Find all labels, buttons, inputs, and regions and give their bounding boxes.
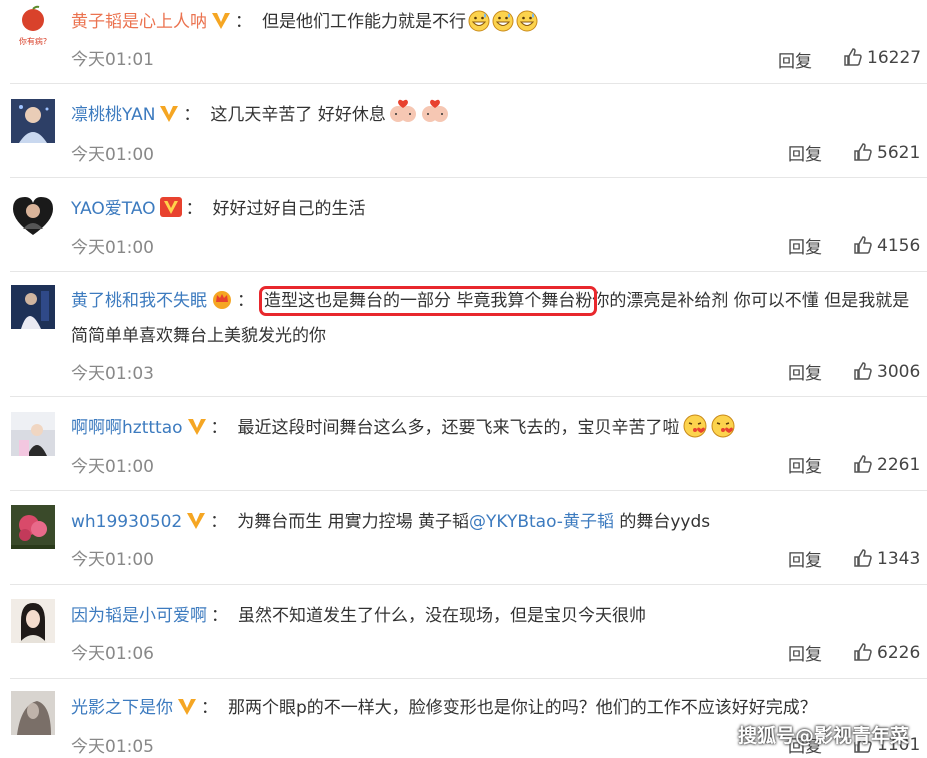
vip-v-icon[interactable] [186,509,206,541]
comment-list: 你有病? 黄子韬是心上人呐：但是他们工作能力就是不行 今天01:01 回复 16… [0,0,927,758]
comment-time: 今天01:05 [71,737,154,757]
grin-sweat-emoji [492,10,514,43]
comment-time: 今天01:00 [71,457,154,477]
vip-v-icon[interactable] [159,102,179,134]
comment-line: 啊啊啊hztttao：最近这段时间舞台这么多，还要飞来飞去的，宝贝辛苦了啦 [71,412,919,449]
comment-line: 凛桃桃YAN：这几天辛苦了 好好休息 [71,99,919,136]
vip-v-icon[interactable] [177,695,197,727]
avatar[interactable] [11,691,55,735]
comment-text: 虽然不知道发生了什么，没在现场，但是宝贝今天很帅 [238,606,646,626]
grin-sweat-emoji [468,10,490,43]
like-count: 2261 [877,455,921,475]
like-button[interactable]: 1343 [853,548,920,569]
thumbs-up-icon [844,48,862,66]
avatar[interactable] [11,412,55,456]
mention-link[interactable]: @YKYBtao-黄子韬 [469,512,614,532]
reply-button[interactable]: 回复 [788,140,822,165]
comment-text: 最近这段时间舞台这么多，还要飞来飞去的，宝贝辛苦了啦 [237,418,680,438]
comment-item: 啊啊啊hztttao：最近这段时间舞台这么多，还要飞来飞去的，宝贝辛苦了啦 今天… [0,397,927,490]
reply-button[interactable]: 回复 [788,359,822,384]
like-count: 3006 [877,362,921,382]
avatar[interactable] [11,599,55,643]
reply-button[interactable]: 回复 [788,452,822,477]
comment-time: 今天01:00 [71,238,154,258]
comment-text: 好好过好自己的生活 [212,199,366,219]
comment-item: YAO爱TAO：好好过好自己的生活 今天01:00 回复 4156 [0,178,927,271]
highlighted-comment-text: 造型这也是舞台的一部分 毕竟我算个舞台粉 [258,286,598,316]
vip-v-icon[interactable] [211,9,231,41]
comment-item: 凛桃桃YAN：这几天辛苦了 好好休息 今天01:00 回复 5621 [0,84,927,177]
comment-time: 今天01:01 [71,50,154,70]
username-link[interactable]: 凛桃桃YAN [71,105,155,125]
avatar[interactable] [11,193,55,237]
comment-item: 你有病? 黄子韬是心上人呐：但是他们工作能力就是不行 今天01:01 回复 16… [0,0,927,83]
comment-line: 因为韬是小可爱啊：虽然不知道发生了什么，没在现场，但是宝贝今天很帅 [71,606,646,626]
comment-time: 今天01:03 [71,364,154,384]
comment-text: 为舞台而生 用實力控場 黄子韬 [237,512,470,532]
comment-text: 这几天辛苦了 好好休息 [210,105,386,125]
reply-button[interactable]: 回复 [788,546,822,571]
comment-item: 黄了桃和我不失眠：造型这也是舞台的一部分 毕竟我算个舞台粉你的漂亮是补给剂 你可… [0,272,927,396]
comment-line: YAO爱TAO：好好过好自己的生活 [71,193,919,228]
username-link[interactable]: 黄了桃和我不失眠 [71,291,207,311]
like-count: 1343 [877,549,921,569]
watermark: 搜狐号@影视青年菜 [737,725,909,747]
comment-text: 但是他们工作能力就是不行 [262,12,466,32]
crown-icon[interactable] [211,288,233,320]
avatar[interactable] [11,99,55,143]
like-count: 6226 [877,643,921,663]
like-count: 16227 [867,48,922,68]
avatar[interactable]: 你有病? [11,4,55,48]
thumbs-up-icon [854,549,872,567]
thumbs-up-icon [854,362,872,380]
comment-time: 今天01:00 [71,550,154,570]
username-link[interactable]: YAO爱TAO [71,199,156,219]
like-button[interactable]: 5621 [853,142,920,163]
username-link[interactable]: 黄子韬是心上人呐 [71,12,207,32]
kiss-emoji [682,414,708,449]
thumbs-up-icon [854,236,872,254]
comment-text: 那两个眼p的不一样大，脸修变形也是你让的吗？他们的工作不应该好好完成？ [228,698,817,718]
avatar[interactable] [11,285,55,329]
comment-text-after: 的舞台yyds [613,512,711,532]
thumbs-up-icon [854,143,872,161]
username-link[interactable]: 因为韬是小可爱啊 [71,606,207,626]
grin-sweat-emoji [516,10,538,43]
like-button[interactable]: 3006 [853,361,920,382]
kiss-emoji [710,414,736,449]
vip-v-icon[interactable] [187,415,207,447]
avatar[interactable] [11,505,55,549]
comment-time: 今天01:00 [71,145,154,165]
username-link[interactable]: 光影之下是你 [71,698,173,718]
thumbs-up-icon [854,455,872,473]
reply-button[interactable]: 回复 [778,47,812,72]
username-link[interactable]: 啊啊啊hztttao [71,418,183,438]
comment-item: 因为韬是小可爱啊：虽然不知道发生了什么，没在现场，但是宝贝今天很帅 今天01:0… [0,585,927,678]
username-link[interactable]: wh19930502 [71,512,182,532]
vip-v-red-icon[interactable] [159,196,182,228]
like-button[interactable]: 6226 [853,642,920,663]
thumbs-up-icon [854,643,872,661]
comment-line: 黄子韬是心上人呐：但是他们工作能力就是不行 [71,6,919,43]
like-button[interactable]: 2261 [853,454,920,475]
reply-button[interactable]: 回复 [788,233,822,258]
pig-heart-emoji [420,99,450,136]
like-count: 5621 [877,143,921,163]
reply-button[interactable]: 回复 [788,640,822,665]
comment-line: 黄了桃和我不失眠：造型这也是舞台的一部分 毕竟我算个舞台粉你的漂亮是补给剂 你可… [71,285,919,352]
like-button[interactable]: 16227 [843,47,921,68]
like-button[interactable]: 4156 [853,235,920,256]
comment-line: wh19930502：为舞台而生 用實力控場 黄子韬@YKYBtao-黄子韬 的… [71,506,919,541]
avatar-text: 你有病? [19,36,47,46]
comment-time: 今天01:06 [71,644,154,664]
comment-item: wh19930502：为舞台而生 用實力控場 黄子韬@YKYBtao-黄子韬 的… [0,491,927,584]
like-count: 4156 [877,236,921,256]
pig-heart-emoji [388,99,418,136]
